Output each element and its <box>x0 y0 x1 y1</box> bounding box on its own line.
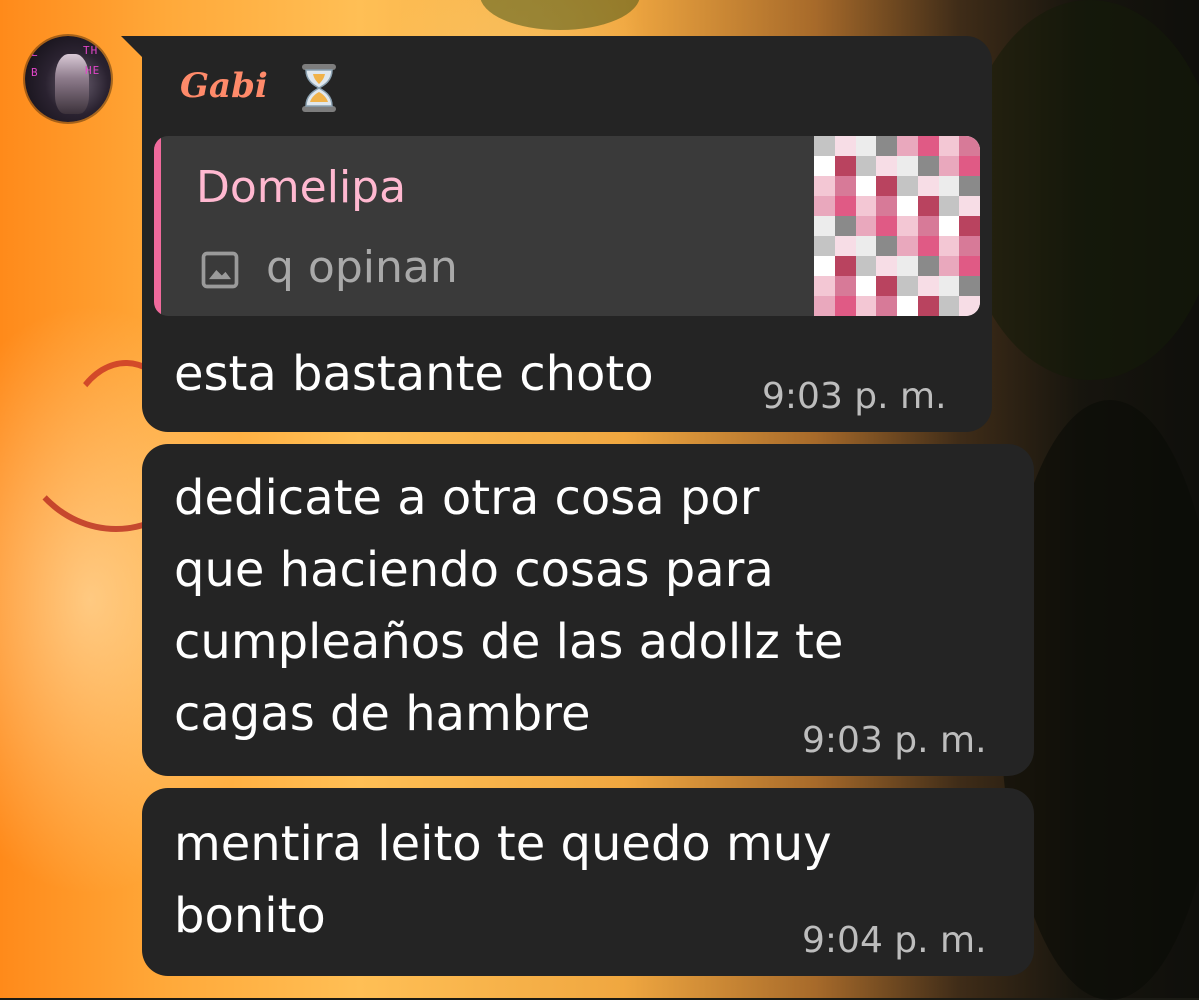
hourglass-icon <box>302 64 336 112</box>
thumbnail-pixel <box>959 236 980 256</box>
sender-name[interactable]: Gabi <box>180 66 268 106</box>
thumbnail-pixel <box>855 196 877 216</box>
thumbnail-pixel <box>855 296 877 316</box>
thumbnail-pixel <box>876 216 897 236</box>
thumbnail-pixel <box>876 296 897 316</box>
thumbnail-pixel <box>917 256 939 276</box>
thumbnail-pixel <box>897 256 918 276</box>
thumbnail-pixel <box>876 176 897 196</box>
wallpaper-foliage <box>480 0 640 30</box>
thumbnail-pixel <box>855 216 877 236</box>
thumbnail-pixel <box>917 156 939 176</box>
thumbnail-pixel <box>938 136 960 156</box>
thumbnail-pixel <box>855 136 877 156</box>
thumbnail-pixel <box>959 216 980 236</box>
thumbnail-pixel <box>834 256 856 276</box>
thumbnail-pixel <box>897 216 918 236</box>
thumbnail-pixel <box>938 196 960 216</box>
sender-avatar[interactable]: L TH B HE <box>25 36 111 122</box>
thumbnail-pixel <box>814 176 835 196</box>
thumbnail-pixel <box>834 156 856 176</box>
quoted-text: q opinan <box>266 242 458 293</box>
thumbnail-pixel <box>959 136 980 156</box>
thumbnail-pixel <box>876 256 897 276</box>
thumbnail-pixel <box>938 176 960 196</box>
reply-accent-bar <box>154 136 161 316</box>
thumbnail-pixel <box>897 296 918 316</box>
message-bubble[interactable]: Gabi Domelipa q opinan esta bastante cho… <box>142 36 992 432</box>
reply-quote[interactable]: Domelipa q opinan <box>154 136 980 316</box>
quoted-author: Domelipa <box>196 162 407 213</box>
message-time: 9:03 p. m. <box>802 720 987 761</box>
thumbnail-pixel <box>938 156 960 176</box>
thumbnail-pixel <box>876 236 897 256</box>
message-text: dedicate a otra cosa por que haciendo co… <box>174 470 844 742</box>
thumbnail-pixel <box>938 256 960 276</box>
avatar-overlay-text: L <box>31 46 39 59</box>
thumbnail-pixel <box>917 236 939 256</box>
thumbnail-pixel <box>897 236 918 256</box>
thumbnail-pixel <box>959 296 980 316</box>
thumbnail-pixel <box>917 276 939 296</box>
thumbnail-pixel <box>855 256 877 276</box>
thumbnail-pixel <box>959 256 980 276</box>
thumbnail-pixel <box>834 276 856 296</box>
thumbnail-pixel <box>876 136 897 156</box>
thumbnail-pixel <box>814 136 835 156</box>
thumbnail-pixel <box>938 296 960 316</box>
message-text: esta bastante choto <box>174 346 654 402</box>
thumbnail-pixel <box>814 236 835 256</box>
thumbnail-pixel <box>959 276 980 296</box>
thumbnail-pixel <box>834 136 856 156</box>
quoted-image-thumbnail[interactable] <box>814 136 980 316</box>
thumbnail-pixel <box>917 176 939 196</box>
thumbnail-pixel <box>876 156 897 176</box>
thumbnail-pixel <box>834 296 856 316</box>
thumbnail-pixel <box>897 136 918 156</box>
avatar-overlay-text: HE <box>85 64 101 77</box>
thumbnail-pixel <box>897 156 918 176</box>
avatar-overlay-text: TH <box>83 44 99 57</box>
thumbnail-pixel <box>938 236 960 256</box>
thumbnail-pixel <box>917 216 939 236</box>
thumbnail-pixel <box>814 216 835 236</box>
thumbnail-pixel <box>917 296 939 316</box>
thumbnail-pixel <box>917 136 939 156</box>
thumbnail-pixel <box>876 276 897 296</box>
thumbnail-pixel <box>814 196 835 216</box>
wallpaper-foliage <box>960 0 1199 380</box>
thumbnail-pixel <box>814 156 835 176</box>
message-bubble[interactable]: mentira leito te quedo muy bonito 9:04 p… <box>142 788 1034 976</box>
thumbnail-pixel <box>834 216 856 236</box>
message-bubble[interactable]: dedicate a otra cosa por que haciendo co… <box>142 444 1034 776</box>
message-text: mentira leito te quedo muy bonito <box>174 816 832 944</box>
thumbnail-pixel <box>897 196 918 216</box>
thumbnail-pixel <box>814 296 835 316</box>
thumbnail-pixel <box>959 196 980 216</box>
thumbnail-pixel <box>834 196 856 216</box>
avatar-figure <box>55 54 89 114</box>
thumbnail-pixel <box>814 256 835 276</box>
thumbnail-pixel <box>855 156 877 176</box>
thumbnail-pixel <box>855 176 877 196</box>
thumbnail-pixel <box>876 196 897 216</box>
thumbnail-pixel <box>938 276 960 296</box>
thumbnail-pixel <box>917 196 939 216</box>
avatar-overlay-text: B <box>31 66 39 79</box>
message-time: 9:03 p. m. <box>762 376 947 417</box>
bubble-tail <box>121 36 143 58</box>
thumbnail-pixel <box>855 276 877 296</box>
thumbnail-pixel <box>834 176 856 196</box>
thumbnail-pixel <box>834 236 856 256</box>
thumbnail-pixel <box>938 216 960 236</box>
thumbnail-pixel <box>897 176 918 196</box>
thumbnail-pixel <box>959 176 980 196</box>
thumbnail-pixel <box>814 276 835 296</box>
image-icon <box>201 251 239 289</box>
message-time: 9:04 p. m. <box>802 920 987 961</box>
thumbnail-pixel <box>855 236 877 256</box>
thumbnail-pixel <box>959 156 980 176</box>
thumbnail-pixel <box>897 276 918 296</box>
